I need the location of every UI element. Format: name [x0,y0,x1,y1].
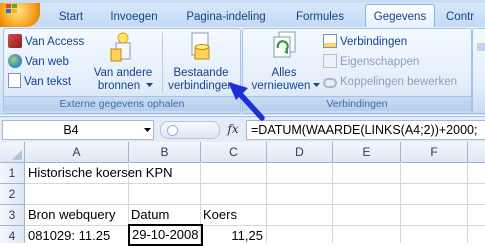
annotation-arrow-icon [228,82,265,121]
